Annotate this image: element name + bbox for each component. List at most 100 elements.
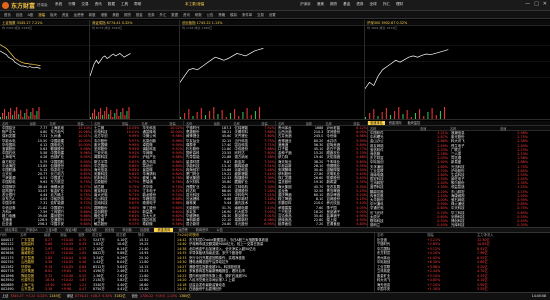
- bottom-tab[interactable]: 综合排名: [2, 228, 21, 232]
- toolbar-button[interactable]: 首页: [2, 11, 13, 18]
- toolbar-button[interactable]: 港股: [99, 11, 110, 18]
- stock-name: 比亚迪: [2, 222, 13, 227]
- toolbar-button[interactable]: 资讯: [181, 11, 192, 18]
- market-menu-item[interactable]: 外汇: [383, 2, 390, 7]
- ranking-list-1[interactable]: 名称 最新 名称 涨幅 中国铝业 7.77 上海机电 13.10% 物产中大 4.80 东方电气 10…: [0, 121, 92, 227]
- table-row[interactable]: 002490 山东墨龙 5.18 +9.98 0.47 8750万 4.41亿 13.40: [0, 287, 174, 292]
- list-row[interactable]: 敏芯股份 9.57% 希荻微 9.56%: [92, 222, 183, 226]
- maximize-icon[interactable]: □: [534, 1, 539, 7]
- menu-item[interactable]: 行情: [68, 2, 75, 7]
- toolbar-button[interactable]: 龙虎榜: [72, 11, 86, 18]
- bottom-tab[interactable]: 上证A股: [43, 228, 61, 232]
- toolbar-button[interactable]: A股: [26, 11, 36, 18]
- toolbar-button[interactable]: 公告: [205, 11, 216, 18]
- ranking-list-3[interactable]: 名称 最新 名称 涨幅 宁德时代 187.3 亿纬锂能 7.92% 恩捷股份 58.21 天赐材料 7…: [184, 121, 276, 227]
- toolbar-button[interactable]: 外汇: [157, 11, 168, 18]
- bottom-tab[interactable]: 资金流向: [154, 228, 174, 232]
- list-row[interactable]: 比亚迪 256.3 中国平安 9.64%: [0, 222, 91, 226]
- market-menu-item[interactable]: 债券: [356, 2, 363, 7]
- column-header[interactable]: 涨幅: [120, 121, 140, 126]
- stock-change: 6.95%: [264, 222, 275, 227]
- menu-item[interactable]: 工具: [121, 2, 128, 7]
- toolbar-button[interactable]: 策略: [216, 11, 227, 18]
- minimize-icon[interactable]: —: [525, 1, 530, 7]
- toolbar-button[interactable]: 涨幅: [36, 11, 47, 18]
- index-quote[interactable]: 深证 8774.41 +28.3 0.32% 3182亿: [67, 293, 126, 300]
- toolbar-button[interactable]: 债券: [146, 11, 157, 18]
- fund-flow-row[interactable]: 中国平安 +1.30% 3.55亿: [375, 287, 550, 292]
- column-header[interactable]: 最新: [28, 121, 48, 126]
- toolbar-button[interactable]: 自选: [14, 11, 25, 18]
- panel-tab[interactable]: 板块监控: [406, 121, 423, 125]
- list-row[interactable]: 桃李面包 7.20 甘源食品 4.85%: [276, 222, 367, 226]
- toolbar-button[interactable]: 基金: [134, 11, 145, 18]
- toolbar-button[interactable]: 资金: [60, 11, 71, 18]
- menu-item[interactable]: 资讯: [95, 2, 102, 7]
- column-header[interactable]: 名称: [139, 121, 167, 126]
- column-header[interactable]: 最新: [212, 121, 232, 126]
- market-menu-item[interactable]: 基金: [343, 2, 350, 7]
- news-feed[interactable]: 7×24小时快讯 14:42 东方财富Choice数据显示，今日A股三大指数集体收涨…: [175, 233, 375, 292]
- chart-panel-4[interactable]: 沪深300 3902.67 0.32% 均 3902 成交 1672亿: [365, 20, 550, 120]
- bottom-tab[interactable]: 自选股: [137, 228, 153, 232]
- bottom-tab[interactable]: 新闻资讯: [193, 228, 212, 232]
- bottom-tab[interactable]: 科创板: [119, 228, 135, 232]
- column-header[interactable]: 涨幅: [259, 121, 275, 126]
- market-menu-item[interactable]: 港美: [317, 2, 324, 7]
- toolbar-button[interactable]: 数据: [169, 11, 180, 18]
- bottom-tab[interactable]: 创业板: [102, 228, 118, 232]
- panel-tab[interactable]: 资金流向: [387, 121, 404, 125]
- index-quote[interactable]: 上证 3345.27 +7.21 0.22% 2183亿: [2, 293, 61, 300]
- close-icon[interactable]: ✕: [543, 1, 547, 7]
- column-header[interactable]: 名称: [448, 126, 498, 131]
- market-menu-item[interactable]: 期货: [330, 2, 337, 7]
- market-menu-item[interactable]: 理财: [396, 2, 403, 7]
- column-header[interactable]: 名称: [323, 121, 351, 126]
- ranking-list-4[interactable]: 名称 最新 名称 涨幅 贵州茅台 1688 泸州老窖 6.12% 山西汾酒 210.5 洋河股份 6.…: [276, 121, 368, 227]
- column-header[interactable]: 名称: [47, 121, 75, 126]
- news-item[interactable]: 14:15 白酒板块午后震荡回升: [175, 287, 374, 292]
- bottom-tab[interactable]: 北证A股: [82, 228, 100, 232]
- chart-panel-3[interactable]: 创业板指 1745.22 1.13% 均 1744 成交 1380亿: [180, 20, 365, 120]
- bottom-tab[interactable]: 深证A股: [62, 228, 80, 232]
- stock-quote-table[interactable]: 代码 名称 最新 涨幅 涨跌 成交量 成交额 换手 000017 广宇发展 8.27 +10.00 0.…: [0, 233, 175, 292]
- panel-tab[interactable]: 涨速排名: [368, 121, 385, 125]
- column-header[interactable]: 名称: [184, 121, 212, 126]
- menu-item[interactable]: 系统: [55, 2, 62, 7]
- column-header[interactable]: 涨幅: [351, 121, 367, 126]
- column-header[interactable]: 名称: [92, 121, 120, 126]
- toolbar-button[interactable]: 交易: [255, 11, 266, 18]
- fund-flow-table[interactable]: 名称 涨幅 主力净流入 比亚迪 +3.21% 12.30亿 宁德时代 +2.85% 10.85亿…: [375, 233, 550, 292]
- bottom-tab[interactable]: 沪深京A: [23, 228, 41, 232]
- column-header[interactable]: 涨速: [498, 126, 528, 131]
- column-header[interactable]: 名称: [0, 121, 28, 126]
- bottom-tab[interactable]: 龙虎榜: [175, 228, 191, 232]
- toolbar-button[interactable]: 设置: [267, 11, 278, 18]
- toolbar-button[interactable]: 美股: [110, 11, 121, 18]
- market-menu-item[interactable]: 沪深京: [300, 2, 311, 7]
- column-header[interactable]: 涨速: [418, 126, 448, 131]
- ranking-list-5[interactable]: 涨速排名 资金流向 板块监控 名称 涨速 名称 涨速 中国软件 3.21% 浪潮信息 2.98% 中科…: [368, 121, 550, 227]
- list-row[interactable]: 昆仑新材 24.80 丰元股份 6.95%: [184, 222, 275, 226]
- column-header[interactable]: 最新: [304, 121, 324, 126]
- column-header[interactable]: 涨幅: [167, 121, 183, 126]
- column-header[interactable]: 名称: [231, 121, 259, 126]
- toolbar-button[interactable]: 条件单: [240, 11, 254, 18]
- index-quote[interactable]: 创业 1745.22 +19.5 1.13% 1380亿: [132, 293, 191, 300]
- column-header[interactable]: 名称: [368, 126, 418, 131]
- ranking-list-2[interactable]: 名称 涨幅 名称 涨幅 士兰微 10.03% 华天科技 10.02% 长电科技 10.01% 通富微…: [92, 121, 184, 227]
- toolbar-button[interactable]: 板块: [48, 11, 59, 18]
- toolbar-button[interactable]: 期货: [122, 11, 133, 18]
- bottom-tab[interactable]: 公告: [214, 228, 226, 232]
- menu-item[interactable]: 帮助: [134, 2, 141, 7]
- toolbar-button[interactable]: 研报: [193, 11, 204, 18]
- menu-item[interactable]: 交易: [81, 2, 88, 7]
- menu-item[interactable]: 数据: [108, 2, 115, 7]
- column-header[interactable]: 涨幅: [75, 121, 91, 126]
- chart-panel-2[interactable]: 深证成指 8774.41 0.32% 均 8772 成交 3182亿: [90, 20, 180, 120]
- toolbar-button[interactable]: 新股: [87, 11, 98, 18]
- toolbar-button[interactable]: 模拟: [228, 11, 239, 18]
- column-header[interactable]: 名称: [276, 121, 304, 126]
- chart-panel-1[interactable]: 上证指数 3345.27 7.21% 均 3343 成交 2183亿: [0, 20, 90, 120]
- market-menu-item[interactable]: 全球: [370, 2, 377, 7]
